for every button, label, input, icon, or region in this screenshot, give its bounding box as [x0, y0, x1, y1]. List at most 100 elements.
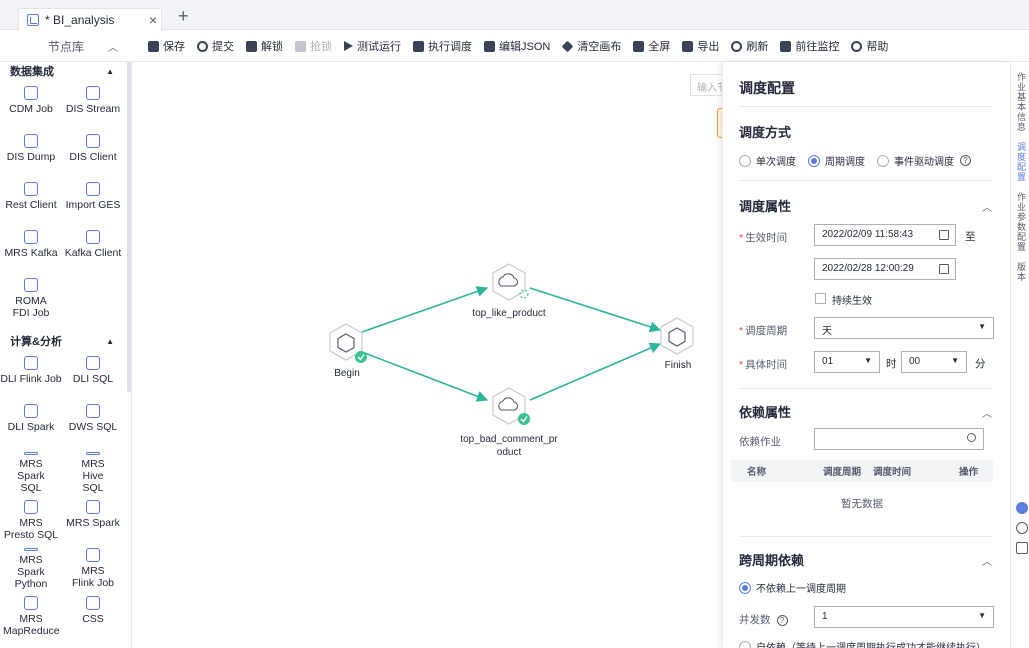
concurrency-select[interactable]: 1 ▼	[814, 606, 994, 628]
hour-select[interactable]: 01 ▼	[814, 351, 880, 373]
group-compute-analysis[interactable]: 计算&分析 ▲	[0, 332, 124, 350]
radio-label: 自依赖（等待上一调度周期执行成功才能继续执行）	[756, 639, 986, 648]
like-product-node[interactable]	[492, 263, 529, 301]
edge-begin-bad[interactable]	[361, 351, 489, 402]
begin-node[interactable]	[329, 323, 367, 363]
help-icon[interactable]: ?	[960, 155, 971, 166]
search-icon[interactable]	[967, 433, 976, 442]
start-time-input[interactable]: 2022/02/09 11:58:43	[814, 224, 956, 246]
node-search-input[interactable]: 输入节	[690, 74, 724, 96]
finish-node[interactable]	[660, 317, 694, 355]
clear-canvas-button[interactable]: 清空画布	[562, 38, 621, 54]
collapse-icon[interactable]: ▲	[106, 67, 114, 76]
node-label: MRS Spark SQL	[17, 458, 45, 494]
node-mrs-kafka[interactable]: MRS Kafka	[0, 224, 62, 272]
help-icon[interactable]: ?	[776, 615, 788, 626]
close-icon[interactable]: ×	[149, 12, 157, 28]
radio-once[interactable]: 单次调度	[739, 153, 796, 168]
node-label: MRS Spark	[66, 517, 120, 529]
node-mrs-flink-job[interactable]: MRS Flink Job	[62, 542, 124, 590]
group-title: 数据集成	[10, 66, 54, 78]
go-monitor-button[interactable]: 前往监控	[780, 38, 839, 54]
unlock-button[interactable]: 解锁	[246, 38, 283, 54]
bad-comment-node[interactable]	[492, 387, 530, 425]
cross-period-title: 跨周期依赖	[739, 553, 805, 568]
node-import-ges[interactable]: Import GES	[62, 176, 124, 224]
radio-label: 周期调度	[825, 157, 865, 168]
period-select[interactable]: 天 ▼	[814, 317, 994, 339]
strip-version[interactable]: 版本	[1017, 262, 1027, 282]
chevron-down-icon: ▼	[864, 356, 872, 365]
node-mrs-mapreduce[interactable]: MRS MapReduce	[0, 590, 62, 638]
save-icon	[148, 40, 159, 52]
radio-no-dependency[interactable]: 不依赖上一调度周期	[739, 580, 846, 595]
node-dis-dump[interactable]: DIS Dump	[0, 128, 62, 176]
library-header[interactable]: 节点库 ︿	[0, 30, 132, 62]
test-run-button[interactable]: 测试运行	[344, 38, 401, 54]
toolbar-actions: 保存 提交 解锁 抢锁 测试运行 执行调度 编辑JSON 清空画布 全屏 导出 …	[148, 30, 900, 62]
calendar-icon[interactable]	[939, 230, 949, 240]
fullscreen-button[interactable]: 全屏	[633, 38, 670, 54]
tab-bi-analysis[interactable]: * BI_analysis ×	[18, 8, 162, 30]
node-mrs-spark-sql[interactable]: MRS Spark SQL	[0, 446, 62, 494]
execute-schedule-button[interactable]: 执行调度	[413, 38, 472, 54]
node-mrs-presto-sql[interactable]: MRS Presto SQL	[0, 494, 62, 542]
minute-select[interactable]: 00 ▼	[901, 351, 967, 373]
add-tab-button[interactable]: +	[178, 6, 189, 27]
node-dis-client[interactable]: DIS Client	[62, 128, 124, 176]
node-dli-sql[interactable]: DLI SQL	[62, 350, 124, 398]
execute-schedule-label: 执行调度	[428, 41, 472, 53]
strip-job-info[interactable]: 作业基本信息	[1017, 72, 1027, 132]
feedback-icon[interactable]	[1016, 542, 1028, 554]
save-button[interactable]: 保存	[148, 38, 185, 54]
node-dli-flink-job[interactable]: DLI Flink Job	[0, 350, 62, 398]
chat-icon[interactable]	[1016, 502, 1028, 514]
group-data-integration[interactable]: 数据集成 ▲	[0, 62, 124, 80]
chevron-up-icon[interactable]: ︿	[982, 553, 992, 568]
concurrency-text: 并发数	[739, 614, 771, 626]
workflow-canvas[interactable]: Begin top_like_product top_bad_comment_p…	[132, 62, 722, 648]
strip-schedule-config[interactable]: 调度配置	[1017, 142, 1027, 182]
dep-table-header: 名称 调度周期 调度时间 操作	[731, 460, 993, 482]
edge-bad-finish[interactable]	[529, 342, 662, 401]
strip-job-params[interactable]: 作业参数配置	[1017, 192, 1027, 252]
collapse-icon[interactable]: ▲	[106, 337, 114, 346]
divider	[739, 536, 993, 537]
node-mrs-hive-sql[interactable]: MRS Hive SQL	[62, 446, 124, 494]
mrs-spark-icon	[86, 500, 100, 514]
node-dws-sql[interactable]: DWS SQL	[62, 398, 124, 446]
chevron-up-icon[interactable]: ︿	[108, 39, 118, 54]
radio-periodic[interactable]: 周期调度	[808, 153, 865, 168]
radio-dot	[808, 154, 820, 167]
radio-self-dependency[interactable]: 自依赖（等待上一调度周期执行成功才能继续执行）	[739, 639, 986, 648]
library-scrollbar[interactable]	[127, 62, 131, 392]
node-cdm-job[interactable]: CDM Job	[0, 80, 62, 128]
radio-label: 不依赖上一调度周期	[756, 584, 846, 595]
refresh-button[interactable]: 刷新	[731, 38, 768, 54]
chevron-up-icon[interactable]: ︿	[982, 405, 992, 420]
play-icon	[344, 41, 353, 51]
persist-checkbox[interactable]	[815, 293, 826, 304]
node-mrs-spark-python[interactable]: MRS Spark Python	[0, 542, 62, 590]
chevron-up-icon[interactable]: ︿	[982, 199, 992, 214]
node-dli-spark[interactable]: DLI Spark	[0, 398, 62, 446]
grab-lock-button[interactable]: 抢锁	[295, 38, 332, 54]
hour-unit: 时	[886, 358, 897, 370]
node-rest-client[interactable]: Rest Client	[0, 176, 62, 224]
node-css[interactable]: CSS	[62, 590, 124, 638]
node-kafka-client[interactable]: Kafka Client	[62, 224, 124, 272]
node-dis-stream[interactable]: DIS Stream	[62, 80, 124, 128]
node-roma-fdi-job[interactable]: ROMA FDI Job	[0, 272, 62, 332]
help-button[interactable]: 帮助	[851, 38, 888, 54]
edit-json-button[interactable]: 编辑JSON	[484, 38, 550, 54]
submit-button[interactable]: 提交	[197, 38, 234, 54]
dep-job-search[interactable]	[814, 428, 984, 450]
export-button[interactable]: 导出	[682, 38, 719, 54]
calendar-icon[interactable]	[939, 264, 949, 274]
end-time-input[interactable]: 2022/02/28 12:00:29	[814, 258, 956, 280]
radio-event[interactable]: 事件驱动调度?	[877, 153, 971, 168]
node-mrs-spark[interactable]: MRS Spark	[62, 494, 124, 542]
schedule-mode-options: 单次调度 周期调度 事件驱动调度?	[739, 153, 983, 168]
question-icon[interactable]	[1016, 522, 1028, 534]
edit-json-label: 编辑JSON	[499, 41, 551, 53]
